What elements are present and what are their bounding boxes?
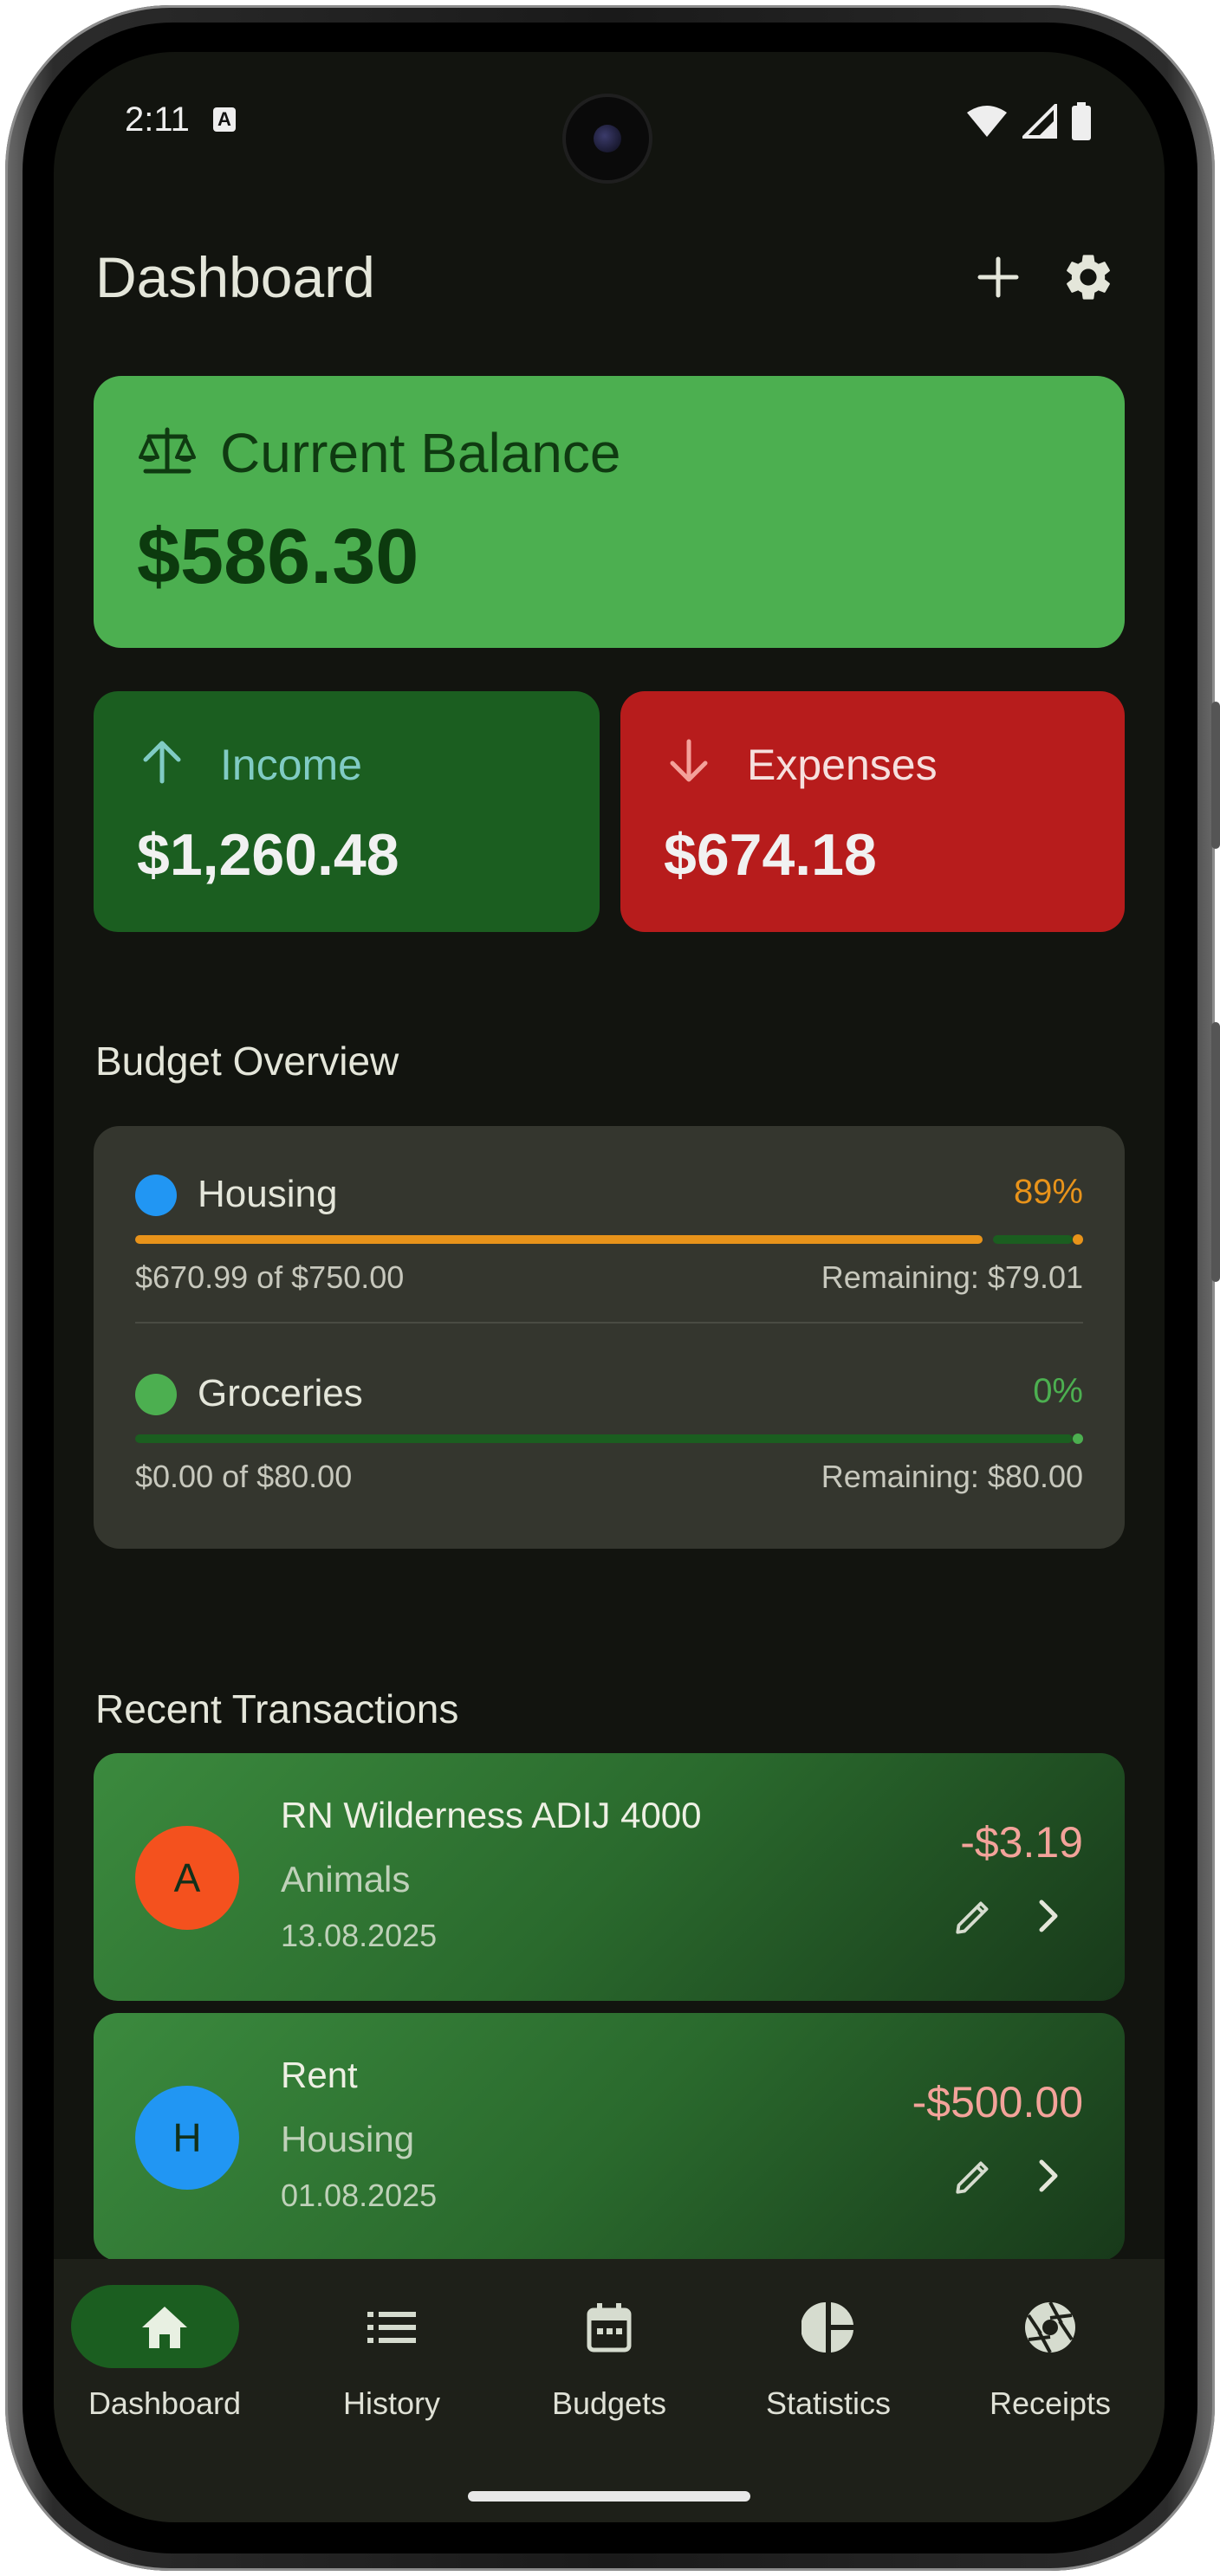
chevron-right-icon: [1039, 1900, 1058, 1932]
budget-spent: $670.99 of $750.00: [135, 1259, 405, 1295]
nav-item-budgets[interactable]: Budgets: [498, 2285, 720, 2441]
transaction-title: Rent: [281, 2055, 358, 2095]
budget-progress-remaining: [135, 1434, 1073, 1443]
transaction-date: 01.08.2025: [281, 2178, 438, 2213]
expenses-label: Expenses: [747, 741, 938, 789]
pencil-icon: [956, 1901, 989, 1934]
nav-label: Dashboard: [88, 2385, 242, 2421]
arrow-down-icon: [670, 739, 708, 782]
front-camera: [566, 97, 649, 180]
aperture-icon: [939, 2297, 1161, 2358]
status-icons: [965, 102, 1092, 140]
budget-percent: 0%: [1033, 1372, 1083, 1410]
list-icon: [281, 2297, 503, 2358]
budget-percent: 89%: [1013, 1173, 1083, 1211]
edit-transaction-button[interactable]: [948, 2150, 1000, 2202]
wifi-icon: [967, 106, 1007, 137]
app-header: Dashboard: [95, 225, 1123, 320]
open-transaction-button[interactable]: [1022, 1890, 1074, 1942]
power-button: [1211, 702, 1220, 849]
nav-item-history[interactable]: History: [281, 2285, 503, 2441]
nav-label: Receipts: [989, 2385, 1112, 2421]
budget-overview-title: Budget Overview: [95, 1039, 399, 1084]
nav-item-receipts[interactable]: Receipts: [939, 2285, 1161, 2441]
budget-remaining: Remaining: $79.01: [821, 1259, 1083, 1295]
budget-progress-bar: [135, 1434, 1083, 1444]
transaction-amount: -$3.19: [960, 1818, 1083, 1867]
budget-progress-fill: [135, 1235, 983, 1244]
income-value: $1,260.48: [137, 822, 399, 888]
page-title: Dashboard: [95, 245, 375, 309]
budget-overview-card[interactable]: Housing 89% $670.99 of $750.00 Remaining…: [94, 1126, 1125, 1549]
transaction-category: Housing: [281, 2119, 415, 2159]
budget-divider: [135, 1322, 1083, 1324]
budget-spent: $0.00 of $80.00: [135, 1459, 353, 1494]
transaction-item[interactable]: A RN Wilderness ADIJ 4000 Animals 13.08.…: [94, 1753, 1125, 2001]
signal-icon: [1022, 104, 1057, 139]
bottom-navigation: Dashboard History Budgets Statistics Rec…: [54, 2259, 1165, 2522]
nav-item-dashboard[interactable]: Dashboard: [54, 2285, 276, 2441]
current-balance-card: Current Balance $586.30: [94, 376, 1125, 648]
budget-row-housing[interactable]: Housing 89% $670.99 of $750.00 Remaining…: [135, 1168, 1083, 1341]
transaction-amount: -$500.00: [912, 2078, 1083, 2126]
budget-name: Housing: [198, 1173, 338, 1215]
status-time: 2:11: [125, 100, 190, 139]
category-dot: [135, 1374, 177, 1415]
budget-progress-bar: [135, 1234, 1083, 1245]
pencil-icon: [956, 2161, 989, 2194]
nav-label: Statistics: [765, 2385, 892, 2421]
scale-icon: [139, 427, 196, 474]
chevron-right-icon: [1039, 2159, 1058, 2192]
income-card[interactable]: Income $1,260.48: [94, 691, 600, 932]
expenses-card[interactable]: Expenses $674.18: [620, 691, 1125, 932]
nav-label: History: [342, 2385, 440, 2421]
notification-icon: A: [213, 107, 236, 132]
home-icon: [54, 2297, 276, 2358]
income-label: Income: [220, 741, 362, 789]
avatar: A: [135, 1826, 239, 1930]
transaction-title: RN Wilderness ADIJ 4000: [281, 1795, 702, 1835]
budget-row-groceries[interactable]: Groceries 0% $0.00 of $80.00 Remaining: …: [135, 1367, 1083, 1540]
balance-value: $586.30: [137, 514, 419, 600]
expenses-value: $674.18: [664, 822, 877, 888]
transaction-date: 13.08.2025: [281, 1918, 438, 1953]
battery-icon: [1072, 102, 1091, 140]
app-screen: 2:11 A Dashboard Current Balance $586.30…: [54, 52, 1165, 2522]
budget-name: Groceries: [198, 1372, 363, 1414]
volume-button: [1211, 1022, 1220, 1282]
add-button[interactable]: [962, 241, 1035, 314]
gear-icon: [1067, 255, 1110, 300]
arrow-up-icon: [143, 741, 181, 784]
transaction-item[interactable]: H Rent Housing 01.08.2025 -$500.00: [94, 2013, 1125, 2261]
nav-item-statistics[interactable]: Statistics: [717, 2285, 939, 2441]
budget-progress-end: [1073, 1234, 1083, 1245]
pie-chart-icon: [717, 2297, 939, 2358]
open-transaction-button[interactable]: [1022, 2150, 1074, 2202]
budget-progress-remaining: [993, 1235, 1073, 1244]
balance-label: Current Balance: [220, 422, 621, 484]
recent-transactions-title: Recent Transactions: [95, 1686, 459, 1731]
nav-label: Budgets: [551, 2385, 667, 2421]
edit-transaction-button[interactable]: [948, 1890, 1000, 1942]
plus-icon: [977, 256, 1019, 298]
status-bar: 2:11 A: [54, 52, 1165, 182]
transaction-category: Animals: [281, 1859, 411, 1900]
calendar-icon: [498, 2297, 720, 2358]
avatar: H: [135, 2086, 239, 2190]
category-dot: [135, 1175, 177, 1216]
settings-button[interactable]: [1052, 241, 1125, 314]
home-indicator[interactable]: [468, 2491, 750, 2502]
budget-remaining: Remaining: $80.00: [821, 1459, 1083, 1494]
budget-progress-end: [1073, 1434, 1083, 1444]
